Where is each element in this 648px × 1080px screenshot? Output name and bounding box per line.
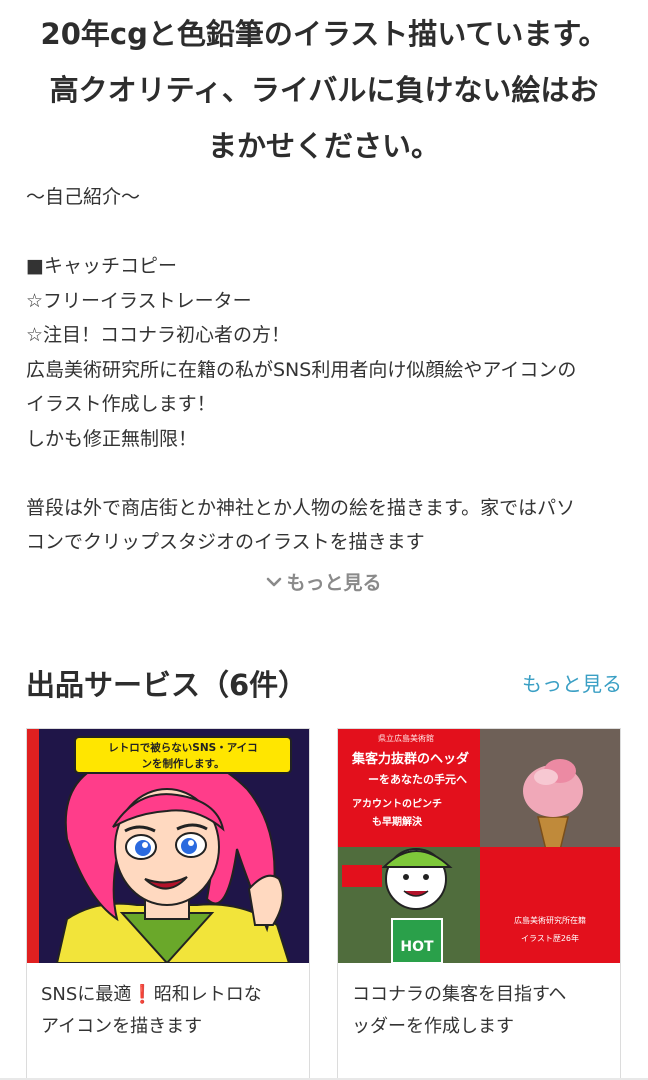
title-line-1: ココナラの集客を目指すヘ bbox=[352, 984, 567, 1005]
services-more-link[interactable]: もっと見る bbox=[522, 668, 622, 697]
profile-headline: 20年cgと色鉛筆のイラスト描いています。 高クオリティ、ライバルに負けない絵は… bbox=[20, 6, 628, 174]
service-card-title: ココナラの集客を目指すヘ ッダーを作成します bbox=[352, 979, 610, 1043]
shop-sign-text: HOT bbox=[400, 939, 434, 955]
banner-line-4: も早期解決 bbox=[372, 815, 423, 828]
show-more-button[interactable]: もっと見る bbox=[0, 568, 648, 595]
headline-line-2: 高クオリティ、ライバルに負けない絵はお bbox=[49, 73, 599, 107]
headline-line-3: まかせください。 bbox=[207, 129, 440, 163]
retro-girl-illustration: レトロで被らないSNS・アイコ ンを制作します。 bbox=[27, 729, 309, 963]
intro-paragraph-1-line-3: しかも修正無制限！ bbox=[26, 427, 198, 450]
headline-line-1: 20年cgと色鉛筆のイラスト描いています。 bbox=[40, 17, 608, 51]
title-part: SNSに最適 bbox=[41, 984, 132, 1005]
intro-paragraph-1-line-1: 広島美術研究所に在籍の私がSNS利用者向け似顔絵やアイコンの bbox=[26, 358, 577, 381]
banner-line-1: 集客力抜群のヘッダ bbox=[351, 751, 469, 767]
banner-footer-2: イラスト歴26年 bbox=[521, 933, 579, 943]
service-card[interactable]: レトロで被らないSNS・アイコ ンを制作します。 SNSに最適❗昭和レトロな ア… bbox=[26, 728, 310, 1080]
banner-line-3: アカウントのピンチ bbox=[352, 798, 442, 810]
header-banner-illustration: HOT 県立広島美術館 集客力抜群のヘッダ ーをあなたの手元へ アカウントのピン… bbox=[338, 729, 620, 963]
intro-paragraph-1-line-2: イラスト作成します！ bbox=[26, 393, 216, 415]
service-card[interactable]: HOT 県立広島美術館 集客力抜群のヘッダ ーをあなたの手元へ アカウントのピン… bbox=[337, 728, 621, 1080]
services-section-title: 出品サービス（6件） bbox=[26, 668, 308, 702]
banner-footer-1: 広島美術研究所在籍 bbox=[514, 915, 586, 925]
title-part: 昭和レトロな bbox=[153, 984, 262, 1005]
intro-heading: 〜自己紹介〜 bbox=[26, 186, 141, 208]
service-thumbnail: レトロで被らないSNS・アイコ ンを制作します。 bbox=[27, 729, 309, 963]
catch-copy-label: ■キャッチコピー bbox=[26, 255, 177, 277]
banner-line-2: ンを制作します。 bbox=[142, 757, 225, 770]
banner-line-2: ーをあなたの手元へ bbox=[368, 772, 467, 786]
self-introduction: 〜自己紹介〜 ■キャッチコピー ☆フリーイラストレーター ☆注目！ココナラ初心者… bbox=[26, 180, 634, 560]
catch-line-2: ☆注目！ココナラ初心者の方！ bbox=[26, 324, 291, 346]
title-line-2: アイコンを描きます bbox=[41, 1016, 203, 1037]
intro-paragraph-2-line-1: 普段は外で商店街とか神社とか人物の絵を描きます。家ではパソ bbox=[26, 496, 576, 519]
banner-line-1: レトロで被らないSNS・アイコ bbox=[108, 741, 257, 754]
intro-paragraph-2-line-2: コンでクリップスタジオのイラストを描きます bbox=[26, 531, 425, 553]
show-more-label: もっと見る bbox=[286, 572, 382, 594]
title-line-2: ッダーを作成します bbox=[352, 1016, 514, 1037]
banner-tag: 県立広島美術館 bbox=[378, 733, 434, 743]
catch-line-1: ☆フリーイラストレーター bbox=[26, 289, 252, 312]
service-thumbnail: HOT 県立広島美術館 集客力抜群のヘッダ ーをあなたの手元へ アカウントのピン… bbox=[338, 729, 620, 963]
profile-page: 20年cgと色鉛筆のイラスト描いています。 高クオリティ、ライバルに負けない絵は… bbox=[0, 0, 648, 1080]
service-card-title: SNSに最適❗昭和レトロな アイコンを描きます bbox=[41, 979, 299, 1043]
chevron-down-icon bbox=[267, 577, 282, 586]
exclamation-icon: ❗ bbox=[131, 984, 154, 1005]
